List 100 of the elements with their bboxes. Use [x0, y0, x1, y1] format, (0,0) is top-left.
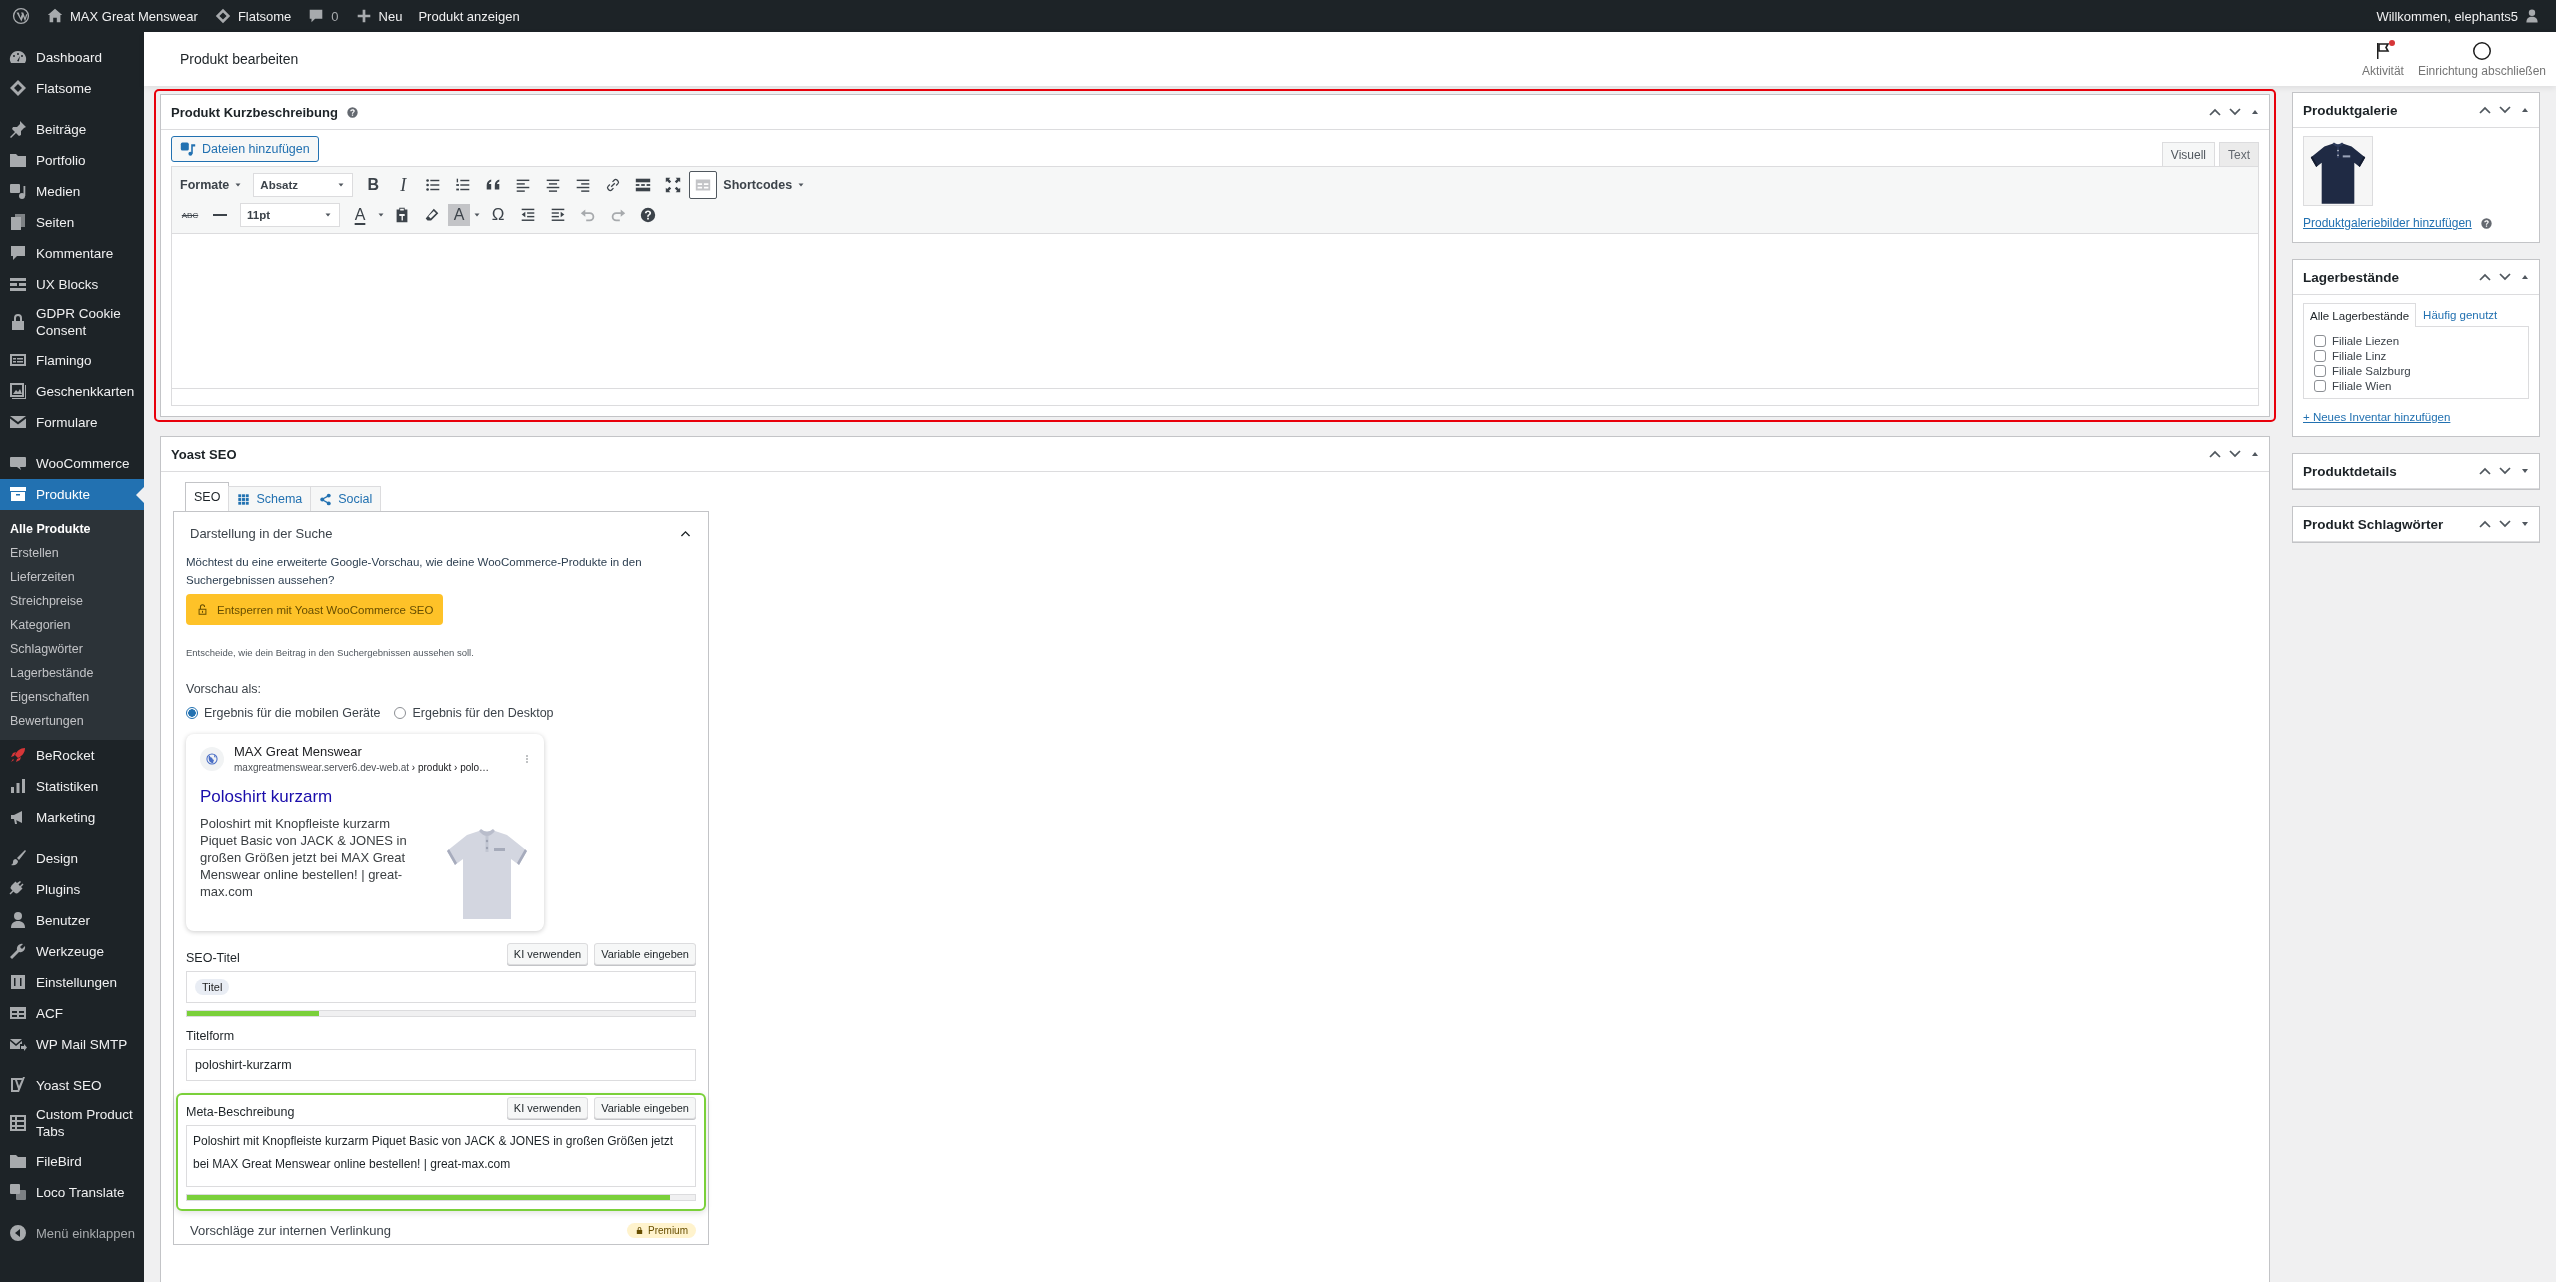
text-area[interactable]: Poloshirt mit Knopfleiste kurzarm Piquet Basic von JACK & JONES in großen Größen jetzt bei MAX Great Menswear online bestellen! | great-max.com [186, 1125, 696, 1187]
block-format-select[interactable]: Absatz [253, 173, 354, 197]
preview-mode-option[interactable]: Ergebnis für die mobilen Geräte [186, 706, 381, 720]
header-action[interactable]: Einrichtung abschließen [2417, 40, 2546, 78]
layout-icon [8, 1113, 28, 1133]
strikethrough-button[interactable]: ABC [176, 201, 204, 229]
menu-item[interactable]: Beiträge [0, 114, 144, 145]
background-color-button[interactable]: A [448, 204, 470, 226]
submenu-item[interactable]: Lieferzeiten [0, 565, 144, 589]
new-link[interactable]: Neu [346, 0, 411, 32]
menu-item[interactable]: BeRocket [0, 740, 144, 771]
section-title: Vorschläge zur internen Verlinkung [190, 1223, 391, 1238]
submenu-item[interactable]: Kategorien [0, 613, 144, 637]
comments-link[interactable]: 0 [299, 0, 347, 32]
radio-button[interactable] [394, 707, 407, 719]
menu-item[interactable]: Seiten [0, 207, 144, 238]
menu-item[interactable]: Plugins [0, 874, 144, 905]
add-gallery-images-link[interactable]: Produktgaleriebilder hinzufügen [2303, 216, 2472, 230]
field-action-button[interactable]: KI verwenden [506, 1097, 589, 1119]
input-field[interactable]: Titel [186, 971, 696, 1003]
pages-icon [8, 212, 28, 232]
add-media-button[interactable]: Dateien hinzufügen [171, 136, 319, 162]
stock-option[interactable]: Filiale Wien [2314, 380, 2518, 392]
menu-item[interactable]: Loco Translate [0, 1177, 144, 1208]
menu-item[interactable]: Formulare [0, 407, 144, 438]
menu-item[interactable]: Kommentare [0, 238, 144, 269]
ring-icon [12, 7, 30, 25]
table-button[interactable] [689, 171, 718, 199]
account-link[interactable]: Willkommen, elephants5 [2368, 0, 2548, 32]
field-action-button[interactable]: Variable eingeben [594, 1097, 696, 1119]
checkbox[interactable] [2314, 380, 2326, 392]
menu-item[interactable]: Dashboard [0, 42, 144, 73]
collapse-menu-button[interactable]: Menü einklappen [0, 1218, 144, 1249]
text-color-button[interactable]: A [346, 201, 374, 229]
menu-item[interactable]: Custom Product Tabs [0, 1101, 144, 1146]
menu-item[interactable]: FileBird [0, 1146, 144, 1177]
box-title: Produkt Schlagwörter [2303, 516, 2444, 532]
stock-option[interactable]: Filiale Linz [2314, 350, 2518, 362]
field-action-button[interactable]: KI verwenden [506, 943, 589, 965]
menu-item[interactable]: Yoast SEO [0, 1070, 144, 1101]
speech-bubble-icon [8, 243, 28, 263]
menu-item[interactable]: UX Blocks [0, 269, 144, 300]
checkbox[interactable] [2314, 365, 2326, 377]
menu-item[interactable]: Flamingo [0, 345, 144, 376]
category-tab[interactable]: Alle Lagerbestände [2303, 303, 2417, 327]
submenu-item[interactable]: Alle Produkte [0, 517, 144, 541]
box-title: Produktgalerie [2303, 102, 2398, 118]
menu-item[interactable]: Benutzer [0, 905, 144, 936]
menu-item[interactable]: Medien [0, 176, 144, 207]
input-field[interactable]: poloshirt-kurzarm [186, 1049, 696, 1081]
menu-item[interactable]: GDPR Cookie Consent [0, 300, 144, 345]
editor-tab[interactable]: Visuell [2161, 142, 2215, 166]
menu-item[interactable]: Werkzeuge [0, 936, 144, 967]
menu-item[interactable]: Portfolio [0, 145, 144, 176]
menu-item[interactable]: Design [0, 843, 144, 874]
field-action-button[interactable]: Variable eingeben [594, 943, 696, 965]
theme-link[interactable]: Flatsome [205, 0, 300, 32]
menu-item[interactable]: Statistiken [0, 771, 144, 802]
submenu-item[interactable]: Lagerbestände [0, 661, 144, 685]
outdent-icon [519, 206, 537, 224]
menu-item[interactable]: Flatsome [0, 73, 144, 104]
view-product-link[interactable]: Produkt anzeigen [410, 0, 528, 32]
menu-item[interactable]: Geschenkkarten [0, 376, 144, 407]
stock-option[interactable]: Filiale Liezen [2314, 335, 2518, 347]
wrench-icon [8, 941, 28, 961]
header-action[interactable]: Aktivität [2361, 40, 2404, 78]
stock-option[interactable]: Filiale Salzburg [2314, 365, 2518, 377]
site-name: MAX Great Menswear [234, 744, 363, 759]
menu-item[interactable]: WP Mail SMTP [0, 1029, 144, 1060]
menu-item[interactable]: Produkte [0, 479, 144, 510]
italic-button[interactable]: I [389, 171, 418, 199]
shortcodes-menu[interactable]: Shortcodes [719, 171, 811, 199]
font-size-select[interactable]: 11pt [240, 203, 340, 227]
submenu-item[interactable]: Bewertungen [0, 709, 144, 733]
bold-button[interactable]: B [359, 171, 388, 199]
radio-button[interactable] [186, 707, 198, 719]
menu-item[interactable]: Einstellungen [0, 967, 144, 998]
seo-tab[interactable]: SEO [185, 482, 230, 511]
menu-item[interactable]: WooCommerce [0, 448, 144, 479]
menu-item[interactable]: ACF [0, 998, 144, 1029]
site-link[interactable]: MAX Great Menswear [38, 0, 206, 32]
submenu-item[interactable]: Streichpreise [0, 589, 144, 613]
category-tab[interactable]: Häufig genutzt [2416, 303, 2505, 326]
section-toggle[interactable]: Darstellung in der Suche [186, 512, 696, 553]
editor-tab[interactable]: Text [2219, 142, 2259, 166]
submenu-item[interactable]: Eigenschaften [0, 685, 144, 709]
add-inventory-link[interactable]: + Neues Inventar hinzufügen [2303, 411, 2451, 423]
seo-tab[interactable]: Schema [228, 486, 312, 511]
menu-item[interactable]: Marketing [0, 802, 144, 833]
seo-tab[interactable]: Social [310, 486, 382, 511]
checkbox[interactable] [2314, 350, 2326, 362]
special-character-button[interactable]: Ω [484, 201, 512, 229]
box-title: Yoast SEO [171, 446, 237, 462]
submenu-item[interactable]: Erstellen [0, 541, 144, 565]
checkbox[interactable] [2314, 335, 2326, 347]
preview-mode-option[interactable]: Ergebnis für den Desktop [394, 706, 554, 720]
unlock-button[interactable]: Entsperren mit Yoast WooCommerce SEO [186, 594, 444, 625]
person-icon [8, 910, 28, 930]
formats-menu[interactable]: Formate [176, 171, 248, 199]
submenu-item[interactable]: Schlagwörter [0, 637, 144, 661]
